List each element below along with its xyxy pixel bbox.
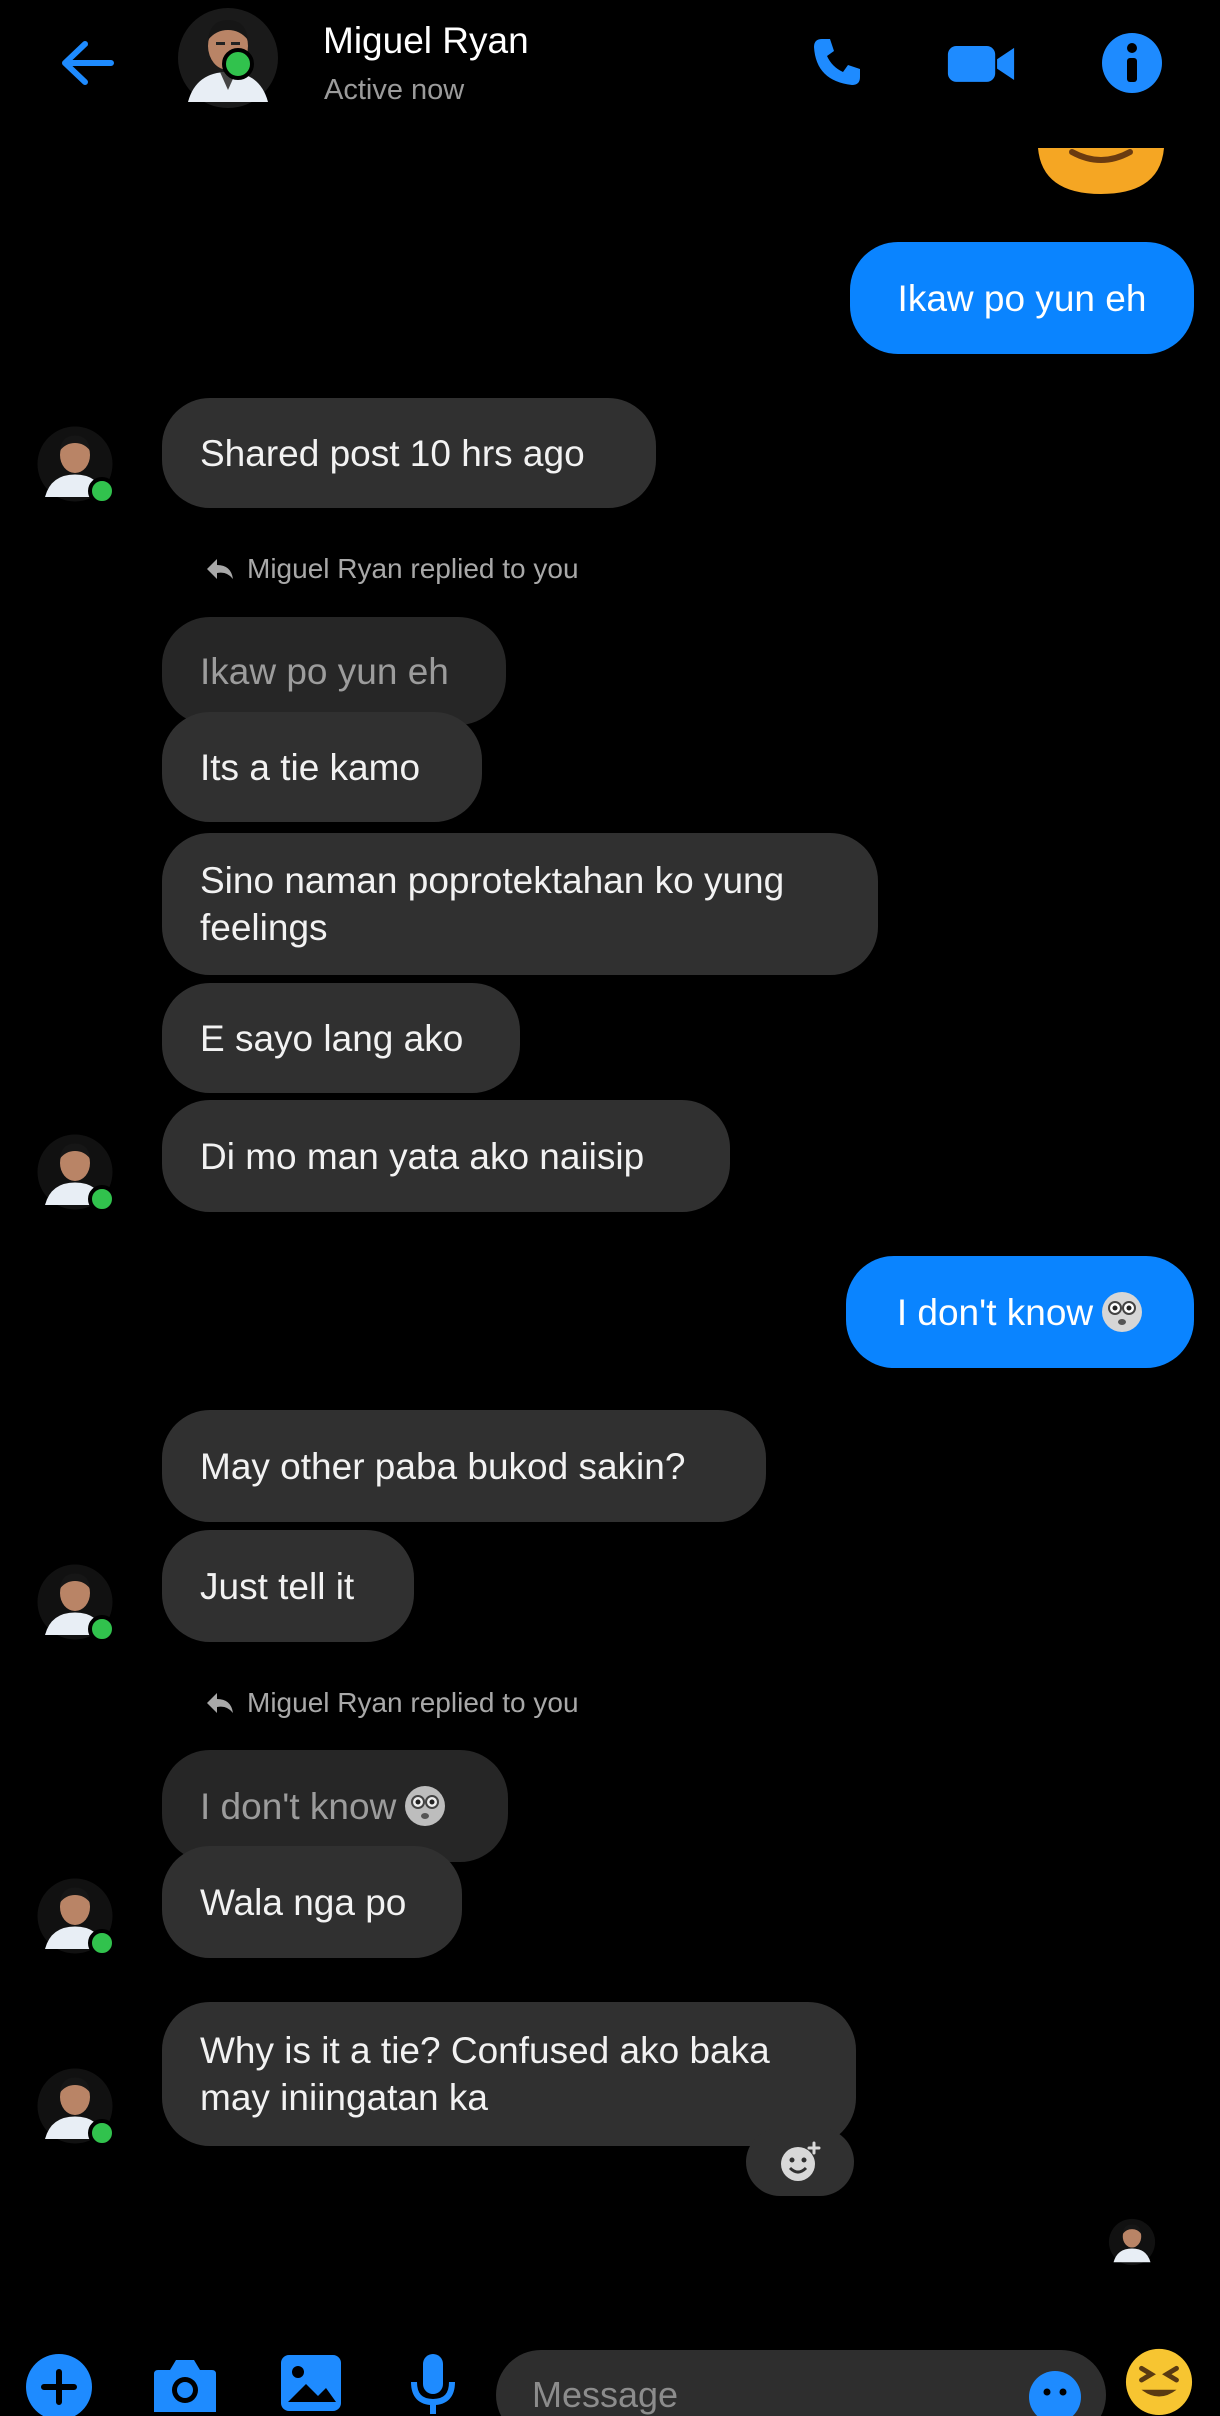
call-button[interactable] xyxy=(801,28,871,98)
outgoing-message[interactable]: Ikaw po yun eh xyxy=(850,242,1194,354)
contact-avatar[interactable] xyxy=(176,6,278,108)
quick-reaction-button[interactable] xyxy=(1124,2346,1194,2416)
online-indicator xyxy=(88,2119,116,2147)
online-indicator xyxy=(88,1185,116,1213)
online-indicator xyxy=(88,477,116,505)
camera-button[interactable] xyxy=(150,2352,220,2416)
phone-icon xyxy=(814,39,860,85)
emoji-button[interactable] xyxy=(1020,2370,1090,2416)
partial-emoji-sticker xyxy=(1038,148,1164,194)
contact-avatar[interactable] xyxy=(36,1133,116,1213)
incoming-message[interactable]: Just tell it xyxy=(162,1530,414,1642)
more-actions-button[interactable] xyxy=(24,2352,94,2416)
info-button[interactable] xyxy=(1097,28,1167,98)
reply-arrow-icon xyxy=(207,1693,233,1713)
voice-message-button[interactable] xyxy=(398,2352,468,2416)
incoming-message[interactable]: Wala nga po xyxy=(162,1846,462,1958)
video-camera-icon xyxy=(947,45,1015,82)
message-input[interactable] xyxy=(496,2350,1106,2416)
contact-avatar[interactable] xyxy=(36,1563,116,1643)
flushed-face-emoji-icon xyxy=(405,1786,446,1826)
back-button[interactable] xyxy=(52,30,122,96)
add-reaction-icon xyxy=(781,2141,821,2181)
info-icon xyxy=(1102,33,1162,93)
incoming-message[interactable]: May other paba bukod sakin? xyxy=(162,1410,766,1522)
microphone-icon xyxy=(411,2354,455,2414)
contact-avatar[interactable] xyxy=(36,425,116,505)
contact-name[interactable]: Miguel Ryan xyxy=(323,20,529,62)
incoming-message[interactable]: Sino naman poprotektahan ko yung feeling… xyxy=(162,833,878,975)
laughing-emoji-icon xyxy=(1125,2348,1193,2416)
active-status: Active now xyxy=(324,74,465,106)
gallery-icon xyxy=(281,2355,341,2411)
gallery-button[interactable] xyxy=(276,2352,346,2416)
flushed-face-emoji-icon xyxy=(1102,1292,1143,1332)
add-reaction-button[interactable] xyxy=(746,2128,854,2196)
incoming-message[interactable]: Di mo man yata ako naiisip xyxy=(162,1100,730,1212)
quoted-message[interactable]: Ikaw po yun eh xyxy=(162,617,506,725)
reply-indicator: Miguel Ryan replied to you xyxy=(205,1687,579,1719)
reply-arrow-icon xyxy=(207,559,233,579)
outgoing-message[interactable]: I don't know xyxy=(846,1256,1194,1368)
plus-icon xyxy=(26,2354,92,2416)
incoming-message[interactable]: E sayo lang ako xyxy=(162,983,520,1093)
contact-avatar[interactable] xyxy=(36,1877,116,1957)
video-call-button[interactable] xyxy=(946,28,1016,98)
chat-header: Miguel Ryan Active now xyxy=(0,0,1220,130)
seen-receipt-avatar xyxy=(1108,2218,1156,2266)
online-indicator xyxy=(88,1615,116,1643)
camera-icon xyxy=(154,2360,216,2412)
online-indicator xyxy=(222,48,254,80)
incoming-message[interactable]: Why is it a tie? Confused ako baka may i… xyxy=(162,2002,856,2146)
message-composer xyxy=(0,2330,1220,2416)
shared-post-message[interactable]: Shared post 10 hrs ago xyxy=(162,398,656,508)
reply-indicator: Miguel Ryan replied to you xyxy=(205,553,579,585)
incoming-message[interactable]: Its a tie kamo xyxy=(162,712,482,822)
arrow-left-icon xyxy=(62,41,114,85)
emoji-icon xyxy=(1029,2371,1081,2416)
contact-avatar[interactable] xyxy=(36,2067,116,2147)
online-indicator xyxy=(88,1929,116,1957)
